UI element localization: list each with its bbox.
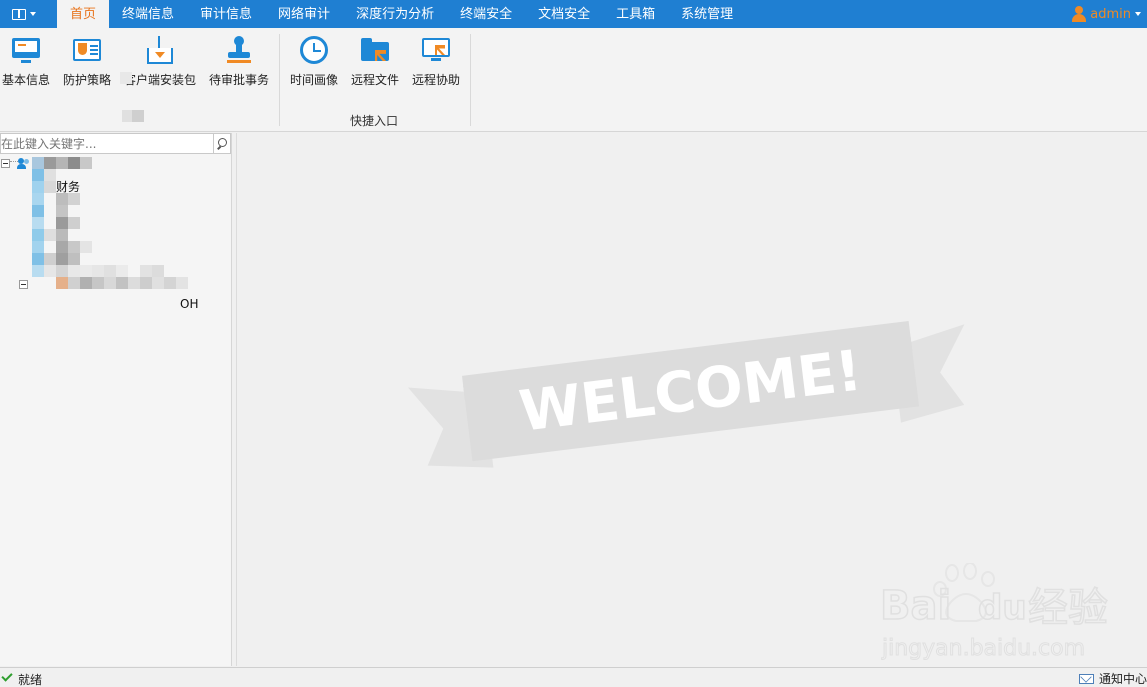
search-input[interactable] [0,133,214,154]
protection-policy-button[interactable]: 防护策略 [61,34,113,94]
tab-toolbox[interactable]: 工具箱 [603,0,668,28]
remote-assist-icon [422,38,450,62]
ribbon-toolbar: 基本信息 防护策略 客户端安装包 待审批事务 时间画像 远程文件 远程协助 快捷… [0,28,1147,132]
ribbon-group-label: 快捷入口 [350,114,399,128]
ribbon-separator [470,34,471,126]
tree-node-label[interactable]: OH [180,297,198,311]
clock-icon [300,36,328,64]
user-menu[interactable]: admin [1072,0,1141,28]
watermark-brand-b: du [978,588,1027,628]
pending-approval-label: 待审批事务 [208,73,269,87]
tab-behavior-analysis[interactable]: 深度行为分析 [343,0,447,28]
top-menu-bar: 首页 终端信息 审计信息 网络审计 深度行为分析 终端安全 文档安全 工具箱 系… [0,0,1147,28]
notification-center-button[interactable]: 通知中心 [1078,670,1147,687]
tree-node-label[interactable]: 财务 [56,178,80,195]
notification-center-label: 通知中心 [1098,672,1147,686]
pending-approval-button[interactable]: 待审批事务 [207,34,271,94]
chevron-down-icon [30,12,36,16]
user-name: admin [1090,6,1131,22]
basic-info-button[interactable]: 基本信息 [0,34,52,94]
check-icon [1,670,13,682]
tab-terminal-info[interactable]: 终端信息 [109,0,187,28]
tree-collapse-toggle[interactable] [1,159,10,168]
watermark-url: jingyan.baidu.com [881,636,1085,661]
status-bar: 就绪 通知中心 [0,667,1147,687]
remote-file-label: 远程文件 [350,73,399,87]
app-menu-button[interactable] [0,0,48,28]
user-icon [1072,6,1087,22]
tree-collapse-toggle[interactable] [19,280,28,289]
redacted-tree-content [22,157,202,317]
tab-network-audit[interactable]: 网络审计 [265,0,343,28]
left-panel: 财务 OH [0,133,232,666]
terminal-tree: 财务 OH [0,157,231,357]
tab-document-security[interactable]: 文档安全 [525,0,603,28]
protection-policy-label: 防护策略 [62,73,111,87]
redacted-mosaic [112,72,146,122]
ribbon-separator [279,34,280,126]
remote-folder-icon [361,38,389,62]
baidu-logo: Bai du 经验 jingyan.baidu.com [879,562,1109,662]
remote-assist-label: 远程协助 [411,73,460,87]
time-profile-button[interactable]: 时间画像 [288,34,340,94]
tab-home[interactable]: 首页 [57,0,110,28]
mail-icon [1078,673,1094,684]
watermark-brand-cn: 经验 [1028,585,1108,631]
basic-info-label: 基本信息 [1,73,50,87]
book-icon [12,8,26,20]
chevron-down-icon [1135,12,1141,16]
monitor-info-icon [12,38,40,63]
package-icon [147,36,173,64]
time-profile-label: 时间画像 [289,73,338,87]
baidu-watermark: Bai du 经验 jingyan.baidu.com [879,562,1142,663]
main-tabs: 首页 终端信息 审计信息 网络审计 深度行为分析 终端安全 文档安全 工具箱 系… [57,0,746,28]
shield-card-icon [73,39,101,61]
watermark-brand-a: Bai [880,583,951,629]
tab-system-management[interactable]: 系统管理 [668,0,746,28]
tab-audit-info[interactable]: 审计信息 [187,0,265,28]
status-text: 就绪 [18,673,43,687]
search-button[interactable] [214,133,231,154]
remote-assist-button[interactable]: 远程协助 [410,34,462,94]
remote-file-button[interactable]: 远程文件 [349,34,401,94]
tab-terminal-security[interactable]: 终端安全 [447,0,525,28]
stamp-icon [227,36,251,64]
